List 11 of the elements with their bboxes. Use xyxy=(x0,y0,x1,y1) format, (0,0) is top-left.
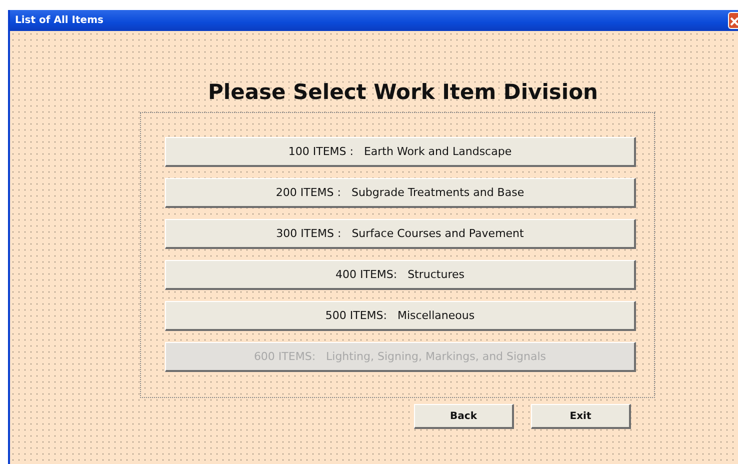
close-button[interactable] xyxy=(728,12,738,29)
heading: Please Select Work Item Division xyxy=(206,80,600,104)
back-button[interactable]: Back xyxy=(414,404,514,429)
close-icon xyxy=(729,16,738,26)
division-button[interactable]: 300 ITEMS : Surface Courses and Pavement xyxy=(165,219,636,249)
division-button[interactable]: 100 ITEMS : Earth Work and Landscape xyxy=(165,137,636,167)
division-button[interactable]: 400 ITEMS: Structures xyxy=(165,260,636,290)
division-button[interactable]: 500 ITEMS: Miscellaneous xyxy=(165,301,636,331)
exit-button[interactable]: Exit xyxy=(531,404,631,429)
division-button[interactable]: 200 ITEMS : Subgrade Treatments and Base xyxy=(165,178,636,208)
window-title: List of All Items xyxy=(14,15,104,26)
